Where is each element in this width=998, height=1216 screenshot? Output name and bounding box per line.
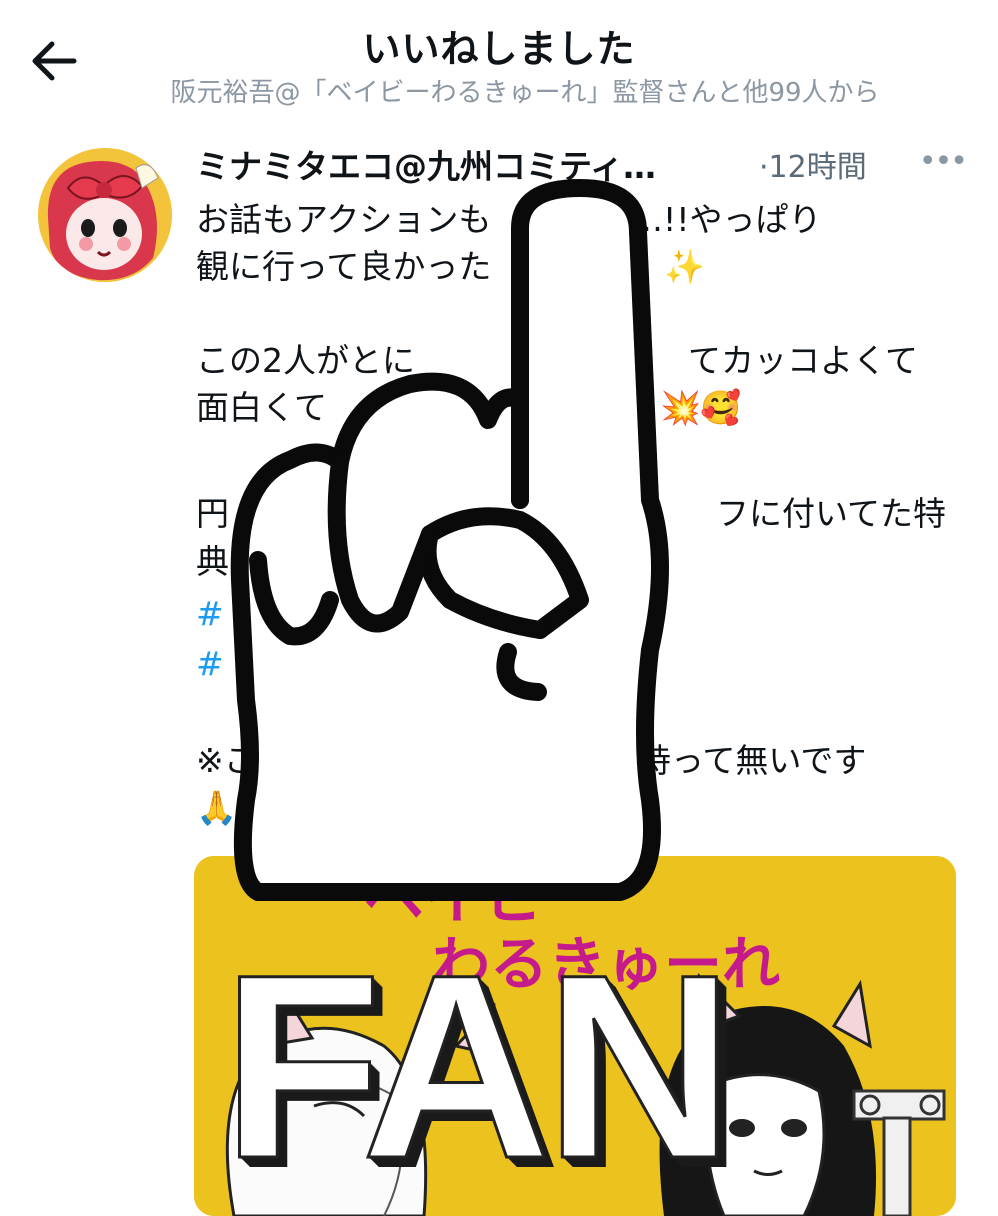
tweet-line: フに付いてた特: [716, 494, 947, 533]
tweet-line: 観に行って良かった: [196, 247, 492, 286]
tweet-line-fragment: 円: [196, 494, 229, 533]
tweet-header: ミナミタエコ@九州コミティ… ·12時間 •••: [196, 140, 968, 190]
tweet-line: お話もアクションも: [196, 200, 492, 239]
media-title-line1: ベイビー: [364, 863, 604, 933]
smiling-hearts-emoji: 🥰: [700, 388, 742, 427]
explosion-emoji: 💥: [660, 388, 702, 427]
praying-emoji: 🙏: [196, 788, 238, 827]
tweet-line: 面白くて: [196, 388, 328, 427]
tweet-timestamp[interactable]: ·12時間: [759, 142, 867, 186]
hashtag-link[interactable]: #: [196, 640, 224, 687]
avatar-illustration: [38, 148, 172, 282]
media-title-line2: わるきゅーれ: [432, 930, 780, 998]
author-name[interactable]: ミナミタエコ@九州コミティ…: [196, 140, 656, 188]
avatar[interactable]: [38, 148, 172, 282]
sparkle-emoji: ✨: [664, 247, 706, 286]
tweet-media-image[interactable]: ベイビー わるきゅーれ: [194, 856, 956, 1216]
page-subtitle: 阪元裕吾@「ベイビーわるきゅーれ」監督さんと他99人から: [170, 78, 880, 108]
header: いいねしました 阪元裕吾@「ベイビーわるきゅーれ」監督さんと他99人から: [0, 0, 998, 110]
tweet-line: てカッコよくて: [688, 341, 919, 380]
more-horizontal-icon: •••: [918, 144, 968, 179]
tweet-line: った…!!やっぱり: [564, 200, 822, 239]
tweet-line: この2人がとに: [196, 341, 415, 380]
hashtag-link[interactable]: #: [196, 590, 224, 637]
tweet-line-fragment: 典: [196, 542, 229, 581]
tweet-line: ※こ: [196, 741, 257, 780]
tweet-line: 持って無いです: [638, 741, 867, 780]
media-illustration: ベイビー わるきゅーれ: [194, 856, 956, 1216]
page-title: いいねしました: [362, 27, 636, 71]
more-options-button[interactable]: •••: [918, 144, 968, 179]
